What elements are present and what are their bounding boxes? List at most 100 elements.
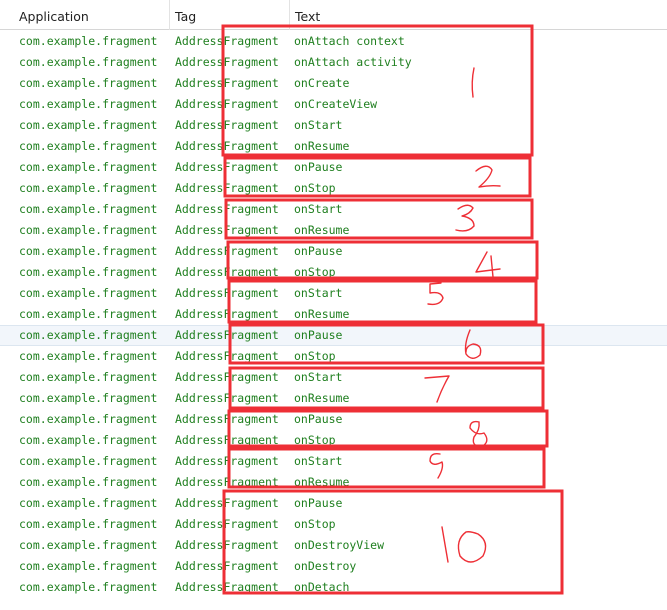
log-cell-tag: AddressFragment — [175, 433, 279, 447]
log-cell-application: com.example.fragment — [19, 559, 158, 573]
log-cell-text: onDetach — [294, 580, 350, 594]
log-cell-tag: AddressFragment — [175, 286, 279, 300]
log-cell-text: onPause — [294, 412, 343, 426]
column-header-tag[interactable]: Tag — [169, 0, 289, 30]
log-cell-text: onStart — [294, 286, 343, 300]
log-cell-tag: AddressFragment — [175, 34, 279, 48]
log-row[interactable]: com.example.fragment AddressFragment onCre… — [0, 73, 667, 94]
log-row[interactable]: com.example.fragment AddressFragment onSta… — [0, 115, 667, 136]
log-row[interactable]: com.example.fragment AddressFragment onSto… — [0, 514, 667, 535]
log-row[interactable]: com.example.fragment AddressFragment onSta… — [0, 283, 667, 304]
log-cell-application: com.example.fragment — [19, 160, 158, 174]
log-cell-text: onResume — [294, 139, 350, 153]
log-row[interactable]: com.example.fragment AddressFragment onPau… — [0, 409, 667, 430]
log-row[interactable]: com.example.fragment AddressFragment onSto… — [0, 346, 667, 367]
log-cell-text: onAttach activity — [294, 55, 412, 69]
log-cell-application: com.example.fragment — [19, 433, 158, 447]
log-cell-tag: AddressFragment — [175, 223, 279, 237]
log-cell-application: com.example.fragment — [19, 55, 158, 69]
log-cell-tag: AddressFragment — [175, 265, 279, 279]
log-cell-application: com.example.fragment — [19, 517, 158, 531]
log-row[interactable]: com.example.fragment AddressFragment onDet… — [0, 577, 667, 598]
log-cell-application: com.example.fragment — [19, 286, 158, 300]
log-cell-tag: AddressFragment — [175, 580, 279, 594]
log-row[interactable]: com.example.fragment AddressFragment onDes… — [0, 535, 667, 556]
log-cell-application: com.example.fragment — [19, 412, 158, 426]
log-cell-text: onStop — [294, 265, 336, 279]
log-cell-application: com.example.fragment — [19, 34, 158, 48]
log-cell-application: com.example.fragment — [19, 244, 158, 258]
log-cell-text: onPause — [294, 328, 343, 342]
log-row[interactable]: com.example.fragment AddressFragment onPau… — [0, 493, 667, 514]
log-cell-tag: AddressFragment — [175, 349, 279, 363]
log-row[interactable]: com.example.fragment AddressFragment onCre… — [0, 94, 667, 115]
log-cell-application: com.example.fragment — [19, 349, 158, 363]
log-row[interactable]: com.example.fragment AddressFragment onPau… — [0, 157, 667, 178]
log-cell-text: onPause — [294, 496, 343, 510]
log-cell-text: onCreateView — [294, 97, 378, 111]
log-cell-tag: AddressFragment — [175, 139, 279, 153]
log-cell-tag: AddressFragment — [175, 391, 279, 405]
log-cell-text: onResume — [294, 475, 350, 489]
column-header-application[interactable]: Application — [14, 0, 169, 30]
log-cell-tag: AddressFragment — [175, 559, 279, 573]
log-cell-application: com.example.fragment — [19, 328, 158, 342]
log-cell-tag: AddressFragment — [175, 181, 279, 195]
log-row[interactable]: com.example.fragment AddressFragment onRes… — [0, 220, 667, 241]
log-row[interactable]: com.example.fragment AddressFragment onSto… — [0, 178, 667, 199]
log-row[interactable]: com.example.fragment AddressFragment onAtt… — [0, 52, 667, 73]
log-cell-text: onStop — [294, 349, 336, 363]
log-cell-tag: AddressFragment — [175, 454, 279, 468]
log-cell-application: com.example.fragment — [19, 265, 158, 279]
log-row[interactable]: com.example.fragment AddressFragment onSta… — [0, 199, 667, 220]
log-row[interactable]: com.example.fragment AddressFragment onRes… — [0, 388, 667, 409]
log-cell-tag: AddressFragment — [175, 370, 279, 384]
log-row[interactable]: com.example.fragment AddressFragment onSto… — [0, 262, 667, 283]
log-cell-application: com.example.fragment — [19, 139, 158, 153]
log-table-header: Application Tag Text — [0, 0, 667, 30]
log-row[interactable]: com.example.fragment AddressFragment onSta… — [0, 367, 667, 388]
log-cell-tag: AddressFragment — [175, 55, 279, 69]
log-row[interactable]: com.example.fragment AddressFragment onRes… — [0, 304, 667, 325]
log-row[interactable]: com.example.fragment AddressFragment onPau… — [0, 241, 667, 262]
log-cell-text: onPause — [294, 244, 343, 258]
log-row[interactable]: com.example.fragment AddressFragment onSto… — [0, 430, 667, 451]
log-cell-application: com.example.fragment — [19, 97, 158, 111]
log-cell-application: com.example.fragment — [19, 454, 158, 468]
log-cell-tag: AddressFragment — [175, 118, 279, 132]
log-row[interactable]: com.example.fragment AddressFragment onPau… — [0, 325, 667, 346]
log-cell-text: onAttach context — [294, 34, 405, 48]
log-row[interactable]: com.example.fragment AddressFragment onRes… — [0, 136, 667, 157]
log-cell-application: com.example.fragment — [19, 370, 158, 384]
log-cell-text: onStart — [294, 202, 343, 216]
log-row[interactable]: com.example.fragment AddressFragment onDes… — [0, 556, 667, 577]
log-cell-application: com.example.fragment — [19, 118, 158, 132]
log-cell-text: onStart — [294, 370, 343, 384]
log-cell-text: onStart — [294, 454, 343, 468]
log-row[interactable]: com.example.fragment AddressFragment onSta… — [0, 451, 667, 472]
log-cell-text: onDestroyView — [294, 538, 385, 552]
log-cell-tag: AddressFragment — [175, 160, 279, 174]
log-cell-tag: AddressFragment — [175, 496, 279, 510]
log-cell-application: com.example.fragment — [19, 76, 158, 90]
log-cell-tag: AddressFragment — [175, 517, 279, 531]
log-cell-tag: AddressFragment — [175, 328, 279, 342]
log-cell-text: onDestroy — [294, 559, 357, 573]
log-cell-application: com.example.fragment — [19, 475, 158, 489]
log-cell-text: onPause — [294, 160, 343, 174]
log-cell-text: onStop — [294, 517, 336, 531]
log-cell-text: onResume — [294, 223, 350, 237]
log-cell-application: com.example.fragment — [19, 202, 158, 216]
log-cell-application: com.example.fragment — [19, 391, 158, 405]
log-cell-tag: AddressFragment — [175, 244, 279, 258]
column-header-text[interactable]: Text — [289, 0, 667, 30]
log-cell-tag: AddressFragment — [175, 538, 279, 552]
log-cell-tag: AddressFragment — [175, 412, 279, 426]
log-cell-tag: AddressFragment — [175, 307, 279, 321]
log-cell-application: com.example.fragment — [19, 181, 158, 195]
log-cell-application: com.example.fragment — [19, 580, 158, 594]
log-row[interactable]: com.example.fragment AddressFragment onAtt… — [0, 31, 667, 52]
log-cell-application: com.example.fragment — [19, 496, 158, 510]
log-row[interactable]: com.example.fragment AddressFragment onRes… — [0, 472, 667, 493]
log-cell-text: onStop — [294, 181, 336, 195]
